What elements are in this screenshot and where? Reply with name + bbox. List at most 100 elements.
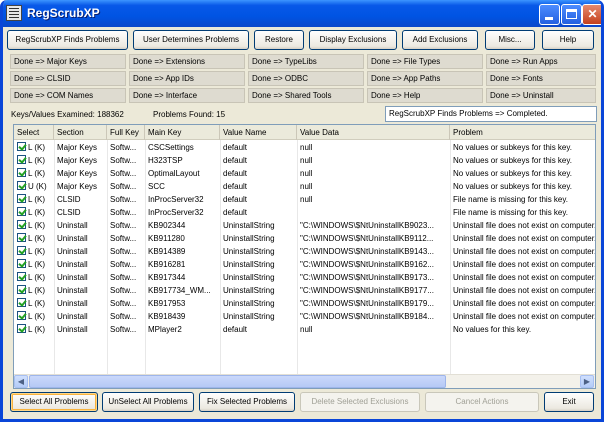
table-row[interactable]: L (K) Uninstall Softw... KB902344 UninstallS… bbox=[14, 219, 595, 232]
checkbox-checked-icon[interactable] bbox=[17, 311, 26, 320]
table-row[interactable]: L (K) Uninstall Softw... KB917344 UninstallS… bbox=[14, 271, 595, 284]
column-full-key[interactable]: Full Key bbox=[107, 125, 145, 140]
checkbox-checked-icon[interactable] bbox=[17, 324, 26, 333]
cell-full-key: Softw... bbox=[110, 221, 137, 230]
select-all-button[interactable]: Select All Problems bbox=[10, 392, 98, 412]
cell-select[interactable]: L (K) bbox=[14, 323, 54, 336]
cancel-actions-button[interactable]: Cancel Actions bbox=[425, 392, 539, 412]
cell-main-key: KB911280 bbox=[148, 234, 185, 243]
column-problem[interactable]: Problem bbox=[450, 125, 595, 140]
display-exclusions-button[interactable]: Display Exclusions bbox=[309, 30, 397, 50]
cell-select[interactable]: L (K) bbox=[14, 206, 54, 219]
column-main-key[interactable]: Main Key bbox=[145, 125, 220, 140]
close-button[interactable]: ✕ bbox=[582, 4, 601, 25]
checkbox-checked-icon[interactable] bbox=[17, 181, 26, 190]
cell-select[interactable]: L (K) bbox=[14, 154, 54, 167]
checkbox-checked-icon[interactable] bbox=[17, 142, 26, 151]
maximize-button[interactable] bbox=[561, 4, 582, 25]
table-row[interactable]: L (K) Uninstall Softw... KB917953 UninstallS… bbox=[14, 297, 595, 310]
cell-select[interactable]: L (K) bbox=[14, 141, 54, 154]
checkbox-checked-icon[interactable] bbox=[17, 220, 26, 229]
table-row[interactable]: L (K) CLSID Softw... InProcServer32 default n… bbox=[14, 193, 595, 206]
table-row[interactable]: L (K) Uninstall Softw... MPlayer2 default nul… bbox=[14, 323, 595, 336]
table-row[interactable]: L (K) Uninstall Softw... KB916281 UninstallS… bbox=[14, 258, 595, 271]
scroll-thumb[interactable] bbox=[29, 375, 446, 388]
window-title: RegScrubXP bbox=[27, 6, 100, 20]
cell-problem: Uninstall file does not exist on compute… bbox=[453, 221, 595, 230]
cell-value-data: null bbox=[300, 325, 313, 334]
finds-problems-button[interactable]: RegScrubXP Finds Problems bbox=[7, 30, 128, 50]
arrow-left-icon[interactable]: ◀ bbox=[14, 375, 28, 388]
cell-value-name: UninstallString bbox=[223, 312, 275, 321]
cell-section: Major Keys bbox=[57, 143, 98, 152]
cell-value-name: default bbox=[223, 182, 248, 191]
table-row[interactable]: L (K) Major Keys Softw... CSCSettings defaul… bbox=[14, 141, 595, 154]
table-row[interactable]: L (K) Major Keys Softw... OptimalLayout defa… bbox=[14, 167, 595, 180]
restore-button[interactable]: Restore bbox=[254, 30, 304, 50]
minimize-button[interactable] bbox=[539, 4, 560, 25]
column-value-name[interactable]: Value Name bbox=[220, 125, 297, 140]
add-exclusions-button[interactable]: Add Exclusions bbox=[402, 30, 478, 50]
checkbox-checked-icon[interactable] bbox=[17, 272, 26, 281]
table-row[interactable]: L (K) Uninstall Softw... KB918439 UninstallS… bbox=[14, 310, 595, 323]
table-row[interactable]: L (K) Uninstall Softw... KB914389 UninstallS… bbox=[14, 245, 595, 258]
table-row[interactable]: L (K) Major Keys Softw... H323TSP default nul… bbox=[14, 154, 595, 167]
table-row[interactable]: L (K) Uninstall Softw... KB911280 UninstallS… bbox=[14, 232, 595, 245]
cell-section: CLSID bbox=[57, 208, 81, 217]
cell-select[interactable]: L (K) bbox=[14, 232, 54, 245]
title-bar[interactable]: RegScrubXP ✕ bbox=[3, 0, 601, 27]
checkbox-checked-icon[interactable] bbox=[17, 246, 26, 255]
cell-problem: No values or subkeys for this key. bbox=[453, 182, 573, 191]
checkbox-checked-icon[interactable] bbox=[17, 285, 26, 294]
cell-main-key: CSCSettings bbox=[148, 143, 194, 152]
column-select[interactable]: Select bbox=[14, 125, 54, 140]
arrow-right-icon[interactable]: ▶ bbox=[580, 375, 594, 388]
cell-main-key: InProcServer32 bbox=[148, 195, 204, 204]
checkbox-checked-icon[interactable] bbox=[17, 298, 26, 307]
checkbox-checked-icon[interactable] bbox=[17, 207, 26, 216]
cell-value-data: "C:\WINDOWS\$NtUninstallKB9112... bbox=[300, 234, 434, 243]
help-button[interactable]: Help bbox=[542, 30, 594, 50]
cell-select[interactable]: L (K) bbox=[14, 297, 54, 310]
cell-full-key: Softw... bbox=[110, 156, 137, 165]
column-section[interactable]: Section bbox=[54, 125, 107, 140]
column-value-data[interactable]: Value Data bbox=[297, 125, 450, 140]
cell-select[interactable]: L (K) bbox=[14, 310, 54, 323]
cell-problem: Uninstall file does not exist on compute… bbox=[453, 273, 595, 282]
horizontal-scrollbar[interactable]: ◀ ▶ bbox=[14, 374, 595, 388]
checkbox-checked-icon[interactable] bbox=[17, 194, 26, 203]
fix-selected-button[interactable]: Fix Selected Problems bbox=[199, 392, 295, 412]
cell-value-name: UninstallString bbox=[223, 234, 275, 243]
select-value: L (K) bbox=[28, 143, 46, 152]
unselect-all-button[interactable]: UnSelect All Problems bbox=[102, 392, 194, 412]
problems-table[interactable]: Select Section Full Key Main Key Value N… bbox=[13, 124, 596, 389]
cell-select[interactable]: L (K) bbox=[14, 284, 54, 297]
checkbox-checked-icon[interactable] bbox=[17, 168, 26, 177]
delete-exclusions-button[interactable]: Delete Selected Exclusions bbox=[300, 392, 420, 412]
cell-select[interactable]: L (K) bbox=[14, 219, 54, 232]
cell-select[interactable]: L (K) bbox=[14, 258, 54, 271]
cell-full-key: Softw... bbox=[110, 286, 137, 295]
cell-select[interactable]: L (K) bbox=[14, 167, 54, 180]
status-clsid: Done => CLSID bbox=[10, 71, 126, 86]
cell-select[interactable]: U (K) bbox=[14, 180, 54, 193]
select-value: L (K) bbox=[28, 208, 46, 217]
cell-select[interactable]: L (K) bbox=[14, 193, 54, 206]
cell-select[interactable]: L (K) bbox=[14, 271, 54, 284]
checkbox-checked-icon[interactable] bbox=[17, 259, 26, 268]
cell-section: Uninstall bbox=[57, 260, 88, 269]
user-determines-button[interactable]: User Determines Problems bbox=[133, 30, 249, 50]
table-row[interactable]: L (K) CLSID Softw... InProcServer32 default F… bbox=[14, 206, 595, 219]
exit-button[interactable]: Exit bbox=[544, 392, 594, 412]
select-value: L (K) bbox=[28, 260, 46, 269]
cell-value-data: "C:\WINDOWS\$NtUninstallKB9023... bbox=[300, 221, 434, 230]
cell-select[interactable]: L (K) bbox=[14, 245, 54, 258]
checkbox-checked-icon[interactable] bbox=[17, 233, 26, 242]
select-value: L (K) bbox=[28, 273, 46, 282]
status-uninstall: Done => Uninstall bbox=[486, 88, 596, 103]
cell-value-name: UninstallString bbox=[223, 286, 275, 295]
table-row[interactable]: L (K) Uninstall Softw... KB917734_WM... Unin… bbox=[14, 284, 595, 297]
table-row[interactable]: U (K) Major Keys Softw... SCC default null No … bbox=[14, 180, 595, 193]
checkbox-checked-icon[interactable] bbox=[17, 155, 26, 164]
misc-button[interactable]: Misc... bbox=[485, 30, 535, 50]
